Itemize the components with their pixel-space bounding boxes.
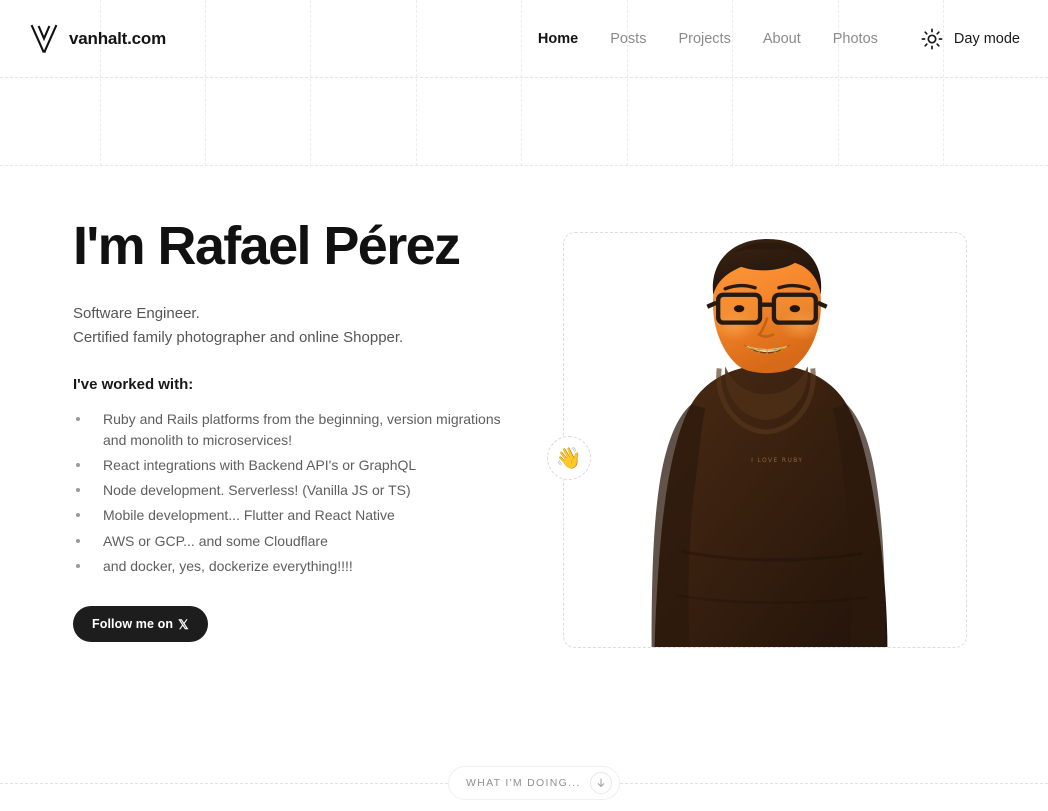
worked-with-heading: I've worked with: [73, 376, 194, 394]
arrow-down-icon [589, 772, 612, 794]
hero-text-column: I'm Rafael Pérez Software Engineer. Cert… [73, 216, 523, 643]
brand-name: vanhalt.com [69, 29, 166, 48]
portrait-card: I LOVE RUBY [563, 232, 967, 648]
list-item: Mobile development... Flutter and React … [73, 505, 523, 525]
list-item: React integrations with Backend API's or… [73, 455, 523, 475]
hero-subtitle-line-2: Certified family photographer and online… [73, 329, 404, 347]
hero-subtitle-line-1: Software Engineer. [73, 305, 200, 323]
theme-toggle-button[interactable]: Day mode [920, 27, 1020, 51]
follow-button-label: Follow me on [92, 617, 174, 632]
brand-link[interactable]: vanhalt.com [30, 24, 166, 54]
page-root: vanhalt.com Home Posts Projects About Ph… [0, 0, 1048, 811]
svg-text:I LOVE RUBY: I LOVE RUBY [751, 457, 803, 464]
site-header: vanhalt.com Home Posts Projects About Ph… [0, 0, 1048, 78]
wave-badge: 👋 [547, 436, 591, 480]
list-item: Node development. Serverless! (Vanilla J… [73, 480, 523, 500]
nav-item-posts[interactable]: Posts [610, 25, 646, 53]
header-divider [0, 77, 1048, 78]
portrait-image: I LOVE RUBY [564, 233, 966, 647]
sun-icon [921, 28, 943, 50]
main-nav: Home Posts Projects About Photos Day mod… [538, 25, 1020, 53]
nav-item-projects[interactable]: Projects [678, 25, 730, 53]
nav-item-home[interactable]: Home [538, 25, 578, 53]
worked-with-list: Ruby and Rails platforms from the beginn… [73, 409, 523, 576]
v-monogram-icon [30, 24, 58, 53]
nav-item-about[interactable]: About [763, 25, 801, 53]
hero-subtitle: Software Engineer. Certified family phot… [73, 302, 523, 350]
scroll-indicator-label: WHAT I'M DOING... [466, 777, 581, 789]
follow-on-x-button[interactable]: Follow me on 𝕏 [73, 606, 208, 643]
hero-section: I'm Rafael Pérez Software Engineer. Cert… [0, 166, 1048, 783]
x-logo-icon: 𝕏 [178, 616, 189, 632]
list-item: Ruby and Rails platforms from the beginn… [73, 409, 523, 450]
list-item: and docker, yes, dockerize everything!!!… [73, 556, 523, 576]
list-item: AWS or GCP... and some Cloudflare [73, 531, 523, 551]
theme-toggle-label: Day mode [953, 31, 1020, 47]
portrait-photo: I LOVE RUBY [564, 233, 966, 647]
scroll-to-doing-button[interactable]: WHAT I'M DOING... [448, 766, 620, 800]
page-title: I'm Rafael Pérez [73, 216, 461, 276]
nav-item-photos[interactable]: Photos [833, 25, 878, 53]
waving-hand-icon: 👋 [555, 446, 583, 470]
